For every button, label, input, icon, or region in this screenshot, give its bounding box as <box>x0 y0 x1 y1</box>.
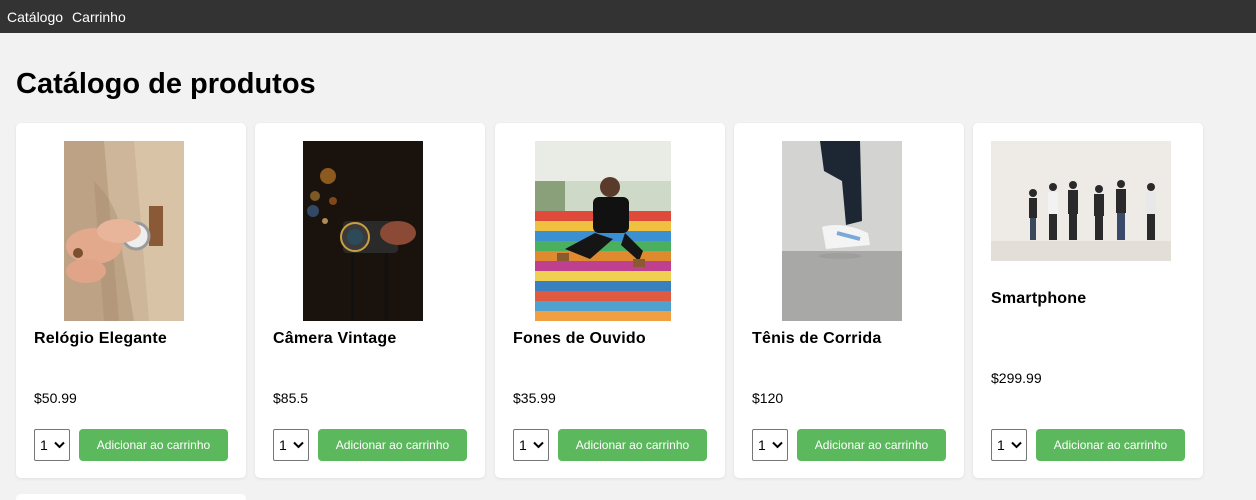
quantity-select[interactable]: 1 <box>513 429 549 461</box>
quantity-select[interactable]: 1 <box>991 429 1027 461</box>
product-card-partial <box>16 494 246 500</box>
product-image-headphones <box>535 141 671 321</box>
quantity-value: 1 <box>279 437 287 453</box>
quantity-value: 1 <box>997 437 1005 453</box>
chevron-down-icon <box>533 441 544 449</box>
quantity-value: 1 <box>758 437 766 453</box>
product-name: Smartphone <box>991 290 1087 307</box>
product-price: $120 <box>752 390 784 406</box>
top-navbar: Catálogo Carrinho <box>0 0 1256 33</box>
chevron-down-icon <box>54 441 65 449</box>
add-to-cart-button[interactable]: Adicionar ao carrinho <box>797 429 946 461</box>
product-card: Smartphone $299.99 1 Adicionar ao carrin… <box>973 123 1203 478</box>
quantity-value: 1 <box>519 437 527 453</box>
product-image-sneakers <box>782 141 902 321</box>
product-price: $299.99 <box>991 370 1042 386</box>
product-price: $35.99 <box>513 390 556 406</box>
product-price: $50.99 <box>34 390 77 406</box>
add-to-cart-button[interactable]: Adicionar ao carrinho <box>79 429 228 461</box>
product-card: Fones de Ouvido $35.99 1 Adicionar ao ca… <box>495 123 725 478</box>
add-to-cart-button[interactable]: Adicionar ao carrinho <box>558 429 707 461</box>
add-to-cart-button[interactable]: Adicionar ao carrinho <box>1036 429 1185 461</box>
product-name: Fones de Ouvido <box>513 330 646 347</box>
add-to-cart-button[interactable]: Adicionar ao carrinho <box>318 429 467 461</box>
product-name: Relógio Elegante <box>34 330 167 347</box>
page-title: Catálogo de produtos <box>16 68 316 100</box>
product-name: Tênis de Corrida <box>752 330 882 347</box>
nav-link-cart[interactable]: Carrinho <box>72 9 126 25</box>
nav-link-catalog[interactable]: Catálogo <box>7 9 63 25</box>
product-image-camera <box>303 141 423 321</box>
quantity-select[interactable]: 1 <box>273 429 309 461</box>
product-card: Câmera Vintage $85.5 1 Adicionar ao carr… <box>255 123 485 478</box>
product-card: Tênis de Corrida $120 1 Adicionar ao car… <box>734 123 964 478</box>
quantity-select[interactable]: 1 <box>752 429 788 461</box>
chevron-down-icon <box>1011 441 1022 449</box>
product-image-watch <box>64 141 184 321</box>
quantity-value: 1 <box>40 437 48 453</box>
product-price: $85.5 <box>273 390 309 406</box>
product-card: Relógio Elegante $50.99 1 Adicionar ao c… <box>16 123 246 478</box>
product-image-smartphone <box>991 141 1171 261</box>
product-name: Câmera Vintage <box>273 330 397 347</box>
chevron-down-icon <box>293 441 304 449</box>
quantity-select[interactable]: 1 <box>34 429 70 461</box>
chevron-down-icon <box>772 441 783 449</box>
